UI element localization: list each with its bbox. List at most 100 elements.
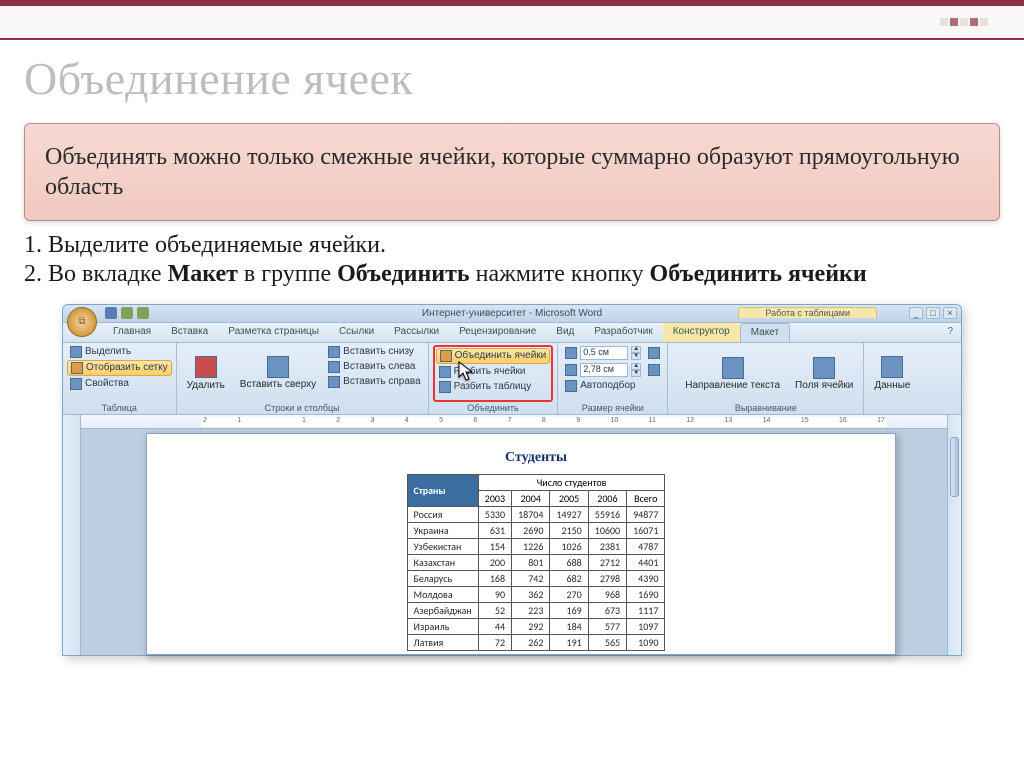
cell-value[interactable]: 968 bbox=[588, 586, 626, 602]
table-row[interactable]: Латвия722621915651090 bbox=[407, 634, 665, 650]
tab-home[interactable]: Главная bbox=[103, 323, 161, 342]
cell-value[interactable]: 94877 bbox=[627, 506, 665, 522]
header-year[interactable]: 2005 bbox=[550, 490, 588, 506]
table-row[interactable]: Казахстан20080168827124401 bbox=[407, 554, 665, 570]
table-row[interactable]: Узбекистан1541226102623814787 bbox=[407, 538, 665, 554]
tab-references[interactable]: Ссылки bbox=[329, 323, 384, 342]
table-row[interactable]: Беларусь16874268227984390 bbox=[407, 570, 665, 586]
insert-left-button[interactable]: Вставить слева bbox=[325, 360, 423, 374]
header-year[interactable]: 2004 bbox=[512, 490, 550, 506]
cell-value[interactable]: 90 bbox=[478, 586, 511, 602]
cell-country[interactable]: Латвия bbox=[407, 634, 478, 650]
table-row[interactable]: Молдова903622709681690 bbox=[407, 586, 665, 602]
width-spinners[interactable]: ▲▼ bbox=[631, 363, 641, 377]
tab-developer[interactable]: Разработчик bbox=[584, 323, 662, 342]
split-cells-button[interactable]: Разбить ячейки bbox=[436, 365, 551, 379]
table-row[interactable]: Россия533018704149275591694877 bbox=[407, 506, 665, 522]
header-merged[interactable]: Число студентов bbox=[478, 474, 665, 490]
tab-insert[interactable]: Вставка bbox=[161, 323, 218, 342]
cell-value[interactable]: 1226 bbox=[512, 538, 550, 554]
minimize-button[interactable]: _ bbox=[909, 307, 923, 319]
header-country[interactable]: Страны bbox=[407, 474, 478, 506]
cell-value[interactable]: 184 bbox=[550, 618, 588, 634]
horizontal-ruler[interactable]: 211234567891011121314151617 bbox=[81, 415, 947, 429]
cell-value[interactable]: 18704 bbox=[512, 506, 550, 522]
cell-value[interactable]: 16071 bbox=[627, 522, 665, 538]
cell-value[interactable]: 1117 bbox=[627, 602, 665, 618]
close-button[interactable]: × bbox=[943, 307, 957, 319]
undo-icon[interactable] bbox=[121, 307, 133, 319]
cell-margins-button[interactable]: Поля ячейки bbox=[789, 345, 859, 402]
cell-value[interactable]: 4401 bbox=[627, 554, 665, 570]
tab-layout[interactable]: Макет bbox=[740, 323, 790, 342]
cell-country[interactable]: Беларусь bbox=[407, 570, 478, 586]
cell-value[interactable]: 688 bbox=[550, 554, 588, 570]
insert-below-button[interactable]: Вставить снизу bbox=[325, 345, 423, 359]
cell-value[interactable]: 44 bbox=[478, 618, 511, 634]
cell-value[interactable]: 191 bbox=[550, 634, 588, 650]
cell-value[interactable]: 4787 bbox=[627, 538, 665, 554]
cell-value[interactable]: 2712 bbox=[588, 554, 626, 570]
insert-right-button[interactable]: Вставить справа bbox=[325, 375, 423, 389]
cell-value[interactable]: 200 bbox=[478, 554, 511, 570]
cell-value[interactable]: 292 bbox=[512, 618, 550, 634]
cell-value[interactable]: 55916 bbox=[588, 506, 626, 522]
distribute-rows-icon[interactable] bbox=[648, 347, 660, 359]
scroll-thumb[interactable] bbox=[950, 437, 959, 497]
cell-value[interactable]: 270 bbox=[550, 586, 588, 602]
cell-value[interactable]: 2381 bbox=[588, 538, 626, 554]
help-icon[interactable]: ? bbox=[947, 326, 953, 337]
data-button[interactable]: Данные bbox=[868, 345, 916, 402]
text-direction-button[interactable]: Направление текста bbox=[679, 345, 786, 402]
redo-icon[interactable] bbox=[137, 307, 149, 319]
office-button[interactable] bbox=[67, 307, 97, 337]
header-year[interactable]: Всего bbox=[627, 490, 665, 506]
cell-value[interactable]: 5330 bbox=[478, 506, 511, 522]
cell-country[interactable]: Молдова bbox=[407, 586, 478, 602]
cell-country[interactable]: Азербайджан bbox=[407, 602, 478, 618]
cell-country[interactable]: Казахстан bbox=[407, 554, 478, 570]
cell-value[interactable]: 2690 bbox=[512, 522, 550, 538]
cell-value[interactable]: 801 bbox=[512, 554, 550, 570]
cell-country[interactable]: Израиль bbox=[407, 618, 478, 634]
tab-page-layout[interactable]: Разметка страницы bbox=[218, 323, 329, 342]
cell-value[interactable]: 565 bbox=[588, 634, 626, 650]
header-year[interactable]: 2003 bbox=[478, 490, 511, 506]
cell-country[interactable]: Украина bbox=[407, 522, 478, 538]
cell-country[interactable]: Узбекистан bbox=[407, 538, 478, 554]
cell-value[interactable]: 362 bbox=[512, 586, 550, 602]
insert-above-button[interactable]: Вставить сверху bbox=[234, 345, 322, 402]
select-button[interactable]: Выделить bbox=[67, 345, 172, 359]
vertical-scrollbar[interactable] bbox=[947, 415, 961, 655]
tab-design[interactable]: Конструктор bbox=[663, 323, 740, 342]
gridlines-button[interactable]: Отобразить сетку bbox=[67, 360, 172, 376]
students-table[interactable]: Страны Число студентов 2003200420052006В… bbox=[407, 474, 666, 651]
cell-value[interactable]: 262 bbox=[512, 634, 550, 650]
table-row[interactable]: Украина631269021501060016071 bbox=[407, 522, 665, 538]
split-table-button[interactable]: Разбить таблицу bbox=[436, 380, 551, 394]
cell-value[interactable]: 72 bbox=[478, 634, 511, 650]
delete-button[interactable]: Удалить bbox=[181, 345, 231, 402]
table-row[interactable]: Азербайджан522231696731117 bbox=[407, 602, 665, 618]
cell-value[interactable]: 682 bbox=[550, 570, 588, 586]
table-row[interactable]: Израиль442921845771097 bbox=[407, 618, 665, 634]
col-width-control[interactable]: 2,78 см ▲▼ bbox=[562, 362, 663, 378]
cell-value[interactable]: 631 bbox=[478, 522, 511, 538]
cell-value[interactable]: 1090 bbox=[627, 634, 665, 650]
cell-value[interactable]: 4390 bbox=[627, 570, 665, 586]
merge-cells-button[interactable]: Объединить ячейки bbox=[436, 348, 551, 364]
save-icon[interactable] bbox=[105, 307, 117, 319]
cell-value[interactable]: 577 bbox=[588, 618, 626, 634]
tab-mailings[interactable]: Рассылки bbox=[384, 323, 449, 342]
row-height-control[interactable]: 0,5 см ▲▼ bbox=[562, 345, 663, 361]
vertical-ruler[interactable] bbox=[63, 415, 81, 655]
cell-value[interactable]: 154 bbox=[478, 538, 511, 554]
autofit-button[interactable]: Автоподбор bbox=[562, 379, 663, 393]
cell-value[interactable]: 2798 bbox=[588, 570, 626, 586]
cell-value[interactable]: 223 bbox=[512, 602, 550, 618]
cell-value[interactable]: 52 bbox=[478, 602, 511, 618]
header-year[interactable]: 2006 bbox=[588, 490, 626, 506]
tab-view[interactable]: Вид bbox=[546, 323, 584, 342]
height-spinners[interactable]: ▲▼ bbox=[631, 346, 641, 360]
cell-value[interactable]: 1097 bbox=[627, 618, 665, 634]
